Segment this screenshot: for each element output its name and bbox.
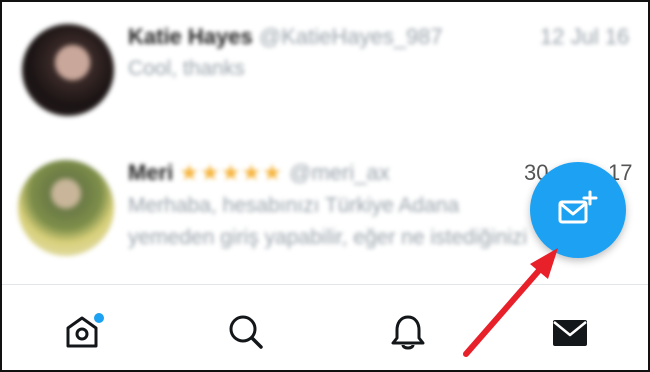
tab-notifications[interactable] [380, 307, 436, 357]
message-snippet-line2: yemeden giriş yapabilir, eğer ne istediğ… [128, 226, 528, 249]
message-snippet-line1: Merhaba, hesabınızı Türkiye Adana [128, 194, 460, 217]
tab-messages[interactable] [542, 307, 598, 357]
avatar[interactable] [22, 24, 114, 116]
sender-handle: @KatieHayes_987 [258, 24, 443, 49]
avatar[interactable] [18, 160, 114, 256]
sender-handle: @meri_ax [289, 160, 390, 185]
conversation-date: 12 Jul 16 [540, 24, 630, 49]
sender-name: Meri [128, 160, 174, 185]
conversation-row[interactable]: Katie Hayes @KatieHayes_987 12 Jul 16 Co… [2, 2, 648, 122]
app-screen: Katie Hayes @KatieHayes_987 12 Jul 16 Co… [0, 0, 650, 372]
new-message-icon [558, 190, 598, 224]
new-message-button[interactable] [530, 162, 626, 258]
sender-name: Katie Hayes [128, 24, 253, 49]
notification-badge-dot [94, 313, 104, 323]
star-emoji: ★★★★★ [179, 160, 283, 185]
tab-search[interactable] [218, 307, 274, 357]
bell-icon [391, 315, 425, 350]
search-icon [229, 315, 263, 349]
message-snippet: Cool, thanks [128, 57, 245, 80]
tab-home[interactable] [54, 307, 110, 357]
mail-icon [553, 320, 587, 346]
conversation-header: Katie Hayes @KatieHayes_987 [128, 24, 443, 50]
bottom-tab-bar [2, 284, 648, 370]
conversation-header: Meri ★★★★★ @meri_ax [128, 160, 390, 186]
